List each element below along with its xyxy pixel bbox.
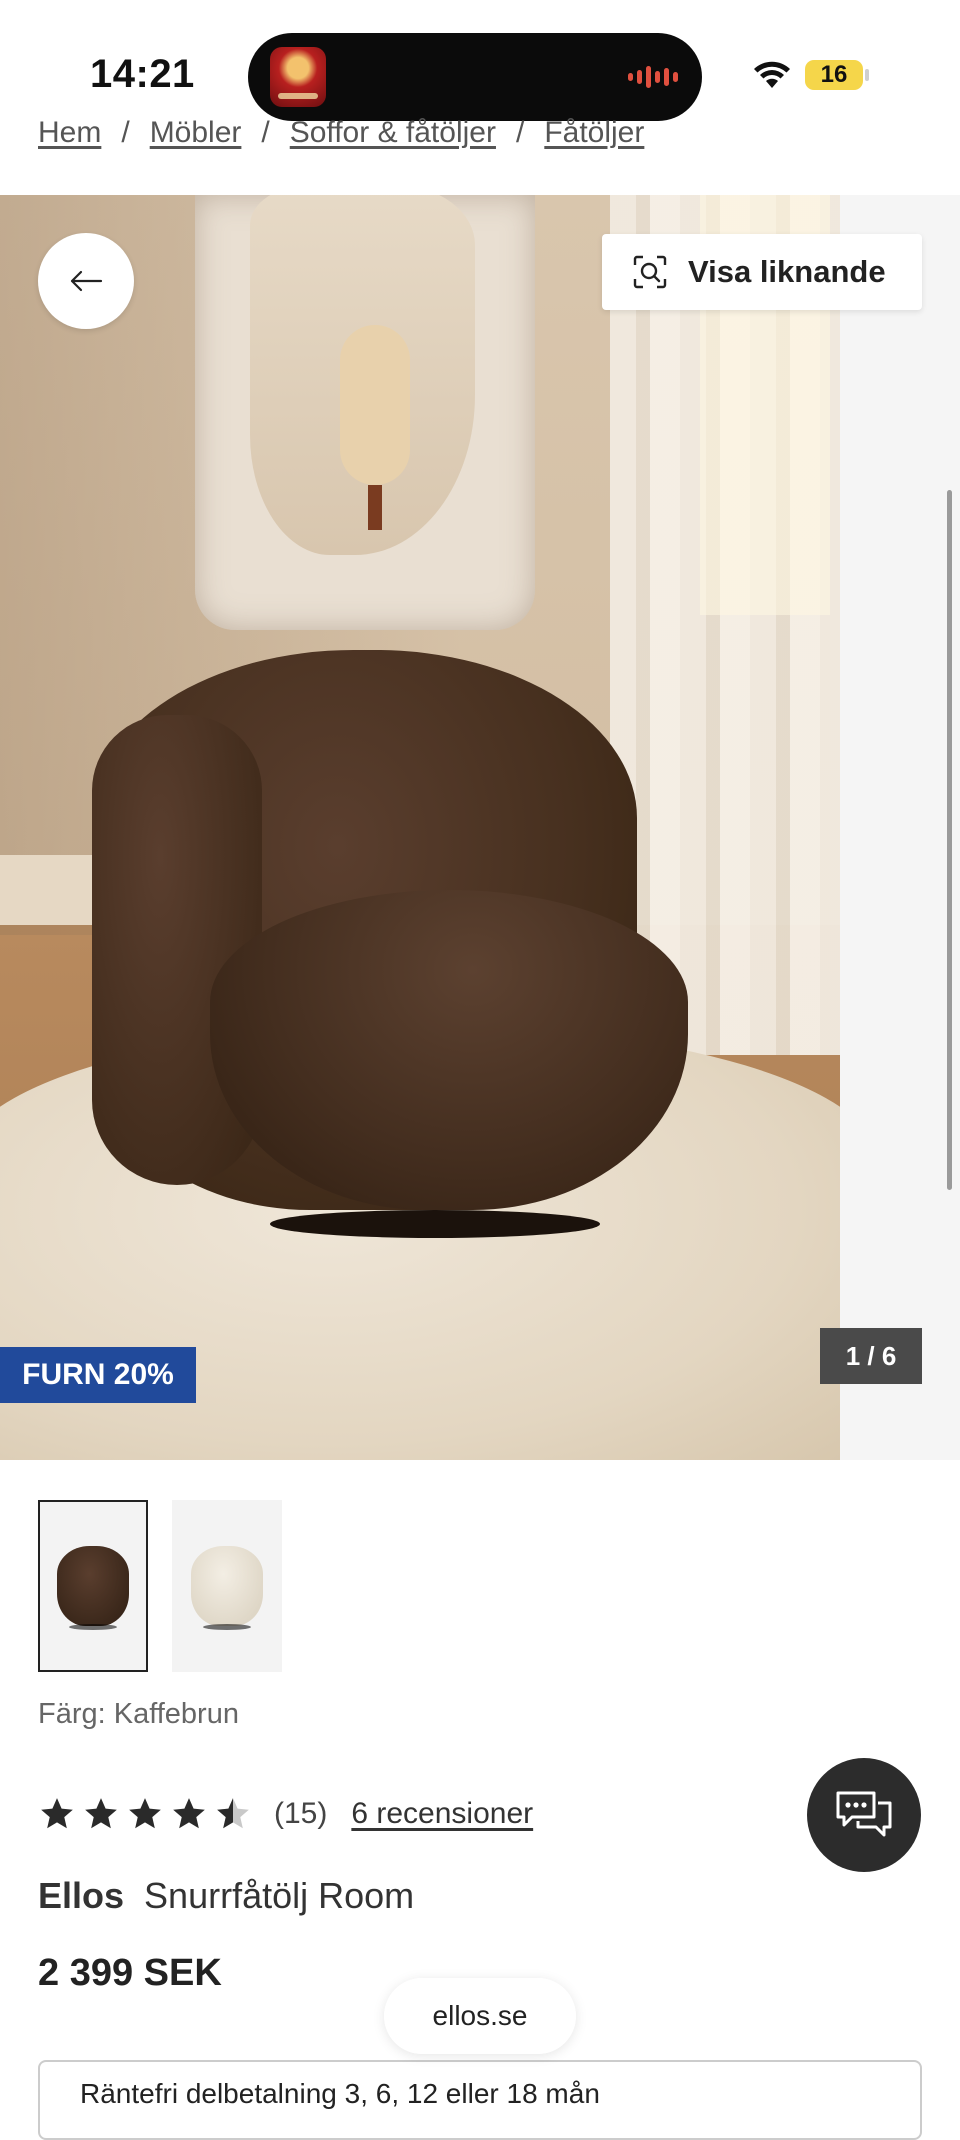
color-swatch-kaffebrun[interactable] [38,1500,148,1672]
product-image[interactable] [0,195,840,1460]
status-time: 14:21 [90,52,195,96]
reviews-link[interactable]: 6 recensioner [351,1797,533,1831]
audio-wave-icon [628,63,678,91]
chat-icon [836,1791,892,1837]
wifi-icon [754,61,790,88]
star-icon [85,1798,117,1829]
product-gallery[interactable]: Visa liknande FURN 20% 1 / 6 [0,195,960,1460]
swatch-image [191,1546,263,1630]
payment-options-text: Räntefri delbetalning 3, 6, 12 eller 18 … [80,2078,600,2109]
back-arrow-icon [70,270,103,292]
selected-color-label: Färg: Kaffebrun [38,1698,239,1730]
swatch-image [57,1546,129,1630]
breadcrumb-separator: / [515,116,525,149]
breadcrumb-mobler[interactable]: Möbler [150,116,242,150]
breadcrumb-home[interactable]: Hem [38,116,101,150]
breadcrumb-separator: / [121,116,130,149]
chat-button[interactable] [807,1758,921,1872]
battery-indicator: 16 [805,60,863,90]
rating-count: (15) [274,1797,328,1830]
back-button[interactable] [38,233,134,329]
visa-liknande-button[interactable]: Visa liknande [602,234,922,310]
page-scrollbar[interactable] [947,490,952,1190]
battery-tip [865,69,869,81]
breadcrumb: Hem / Möbler / Soffor & fåtöljer / Fåtöl… [38,116,644,150]
battery-level: 16 [820,61,848,88]
discount-badge: FURN 20% [0,1347,196,1403]
star-icon [41,1798,73,1829]
mirror-decor [195,195,535,630]
product-name: Snurrfåtölj Room [144,1875,415,1916]
image-counter: 1 / 6 [820,1328,922,1384]
breadcrumb-separator: / [261,116,270,149]
breadcrumb-soffor[interactable]: Soffor & fåtöljer [290,116,496,150]
product-brand[interactable]: Ellos [38,1875,124,1916]
breadcrumb-fatoljer[interactable]: Fåtöljer [544,116,644,150]
app-activity-icon [270,47,326,107]
browser-url-bar[interactable]: ellos.se [384,1978,576,2054]
visa-liknande-label: Visa liknande [688,254,886,289]
visual-search-icon [633,255,667,289]
star-icon [129,1798,161,1829]
star-icon [173,1798,205,1829]
product-title: Ellos Snurrfåtölj Room [38,1875,414,1917]
payment-options-box[interactable]: Räntefri delbetalning 3, 6, 12 eller 18 … [38,2060,922,2140]
dynamic-island [248,33,702,121]
half-star-icon [217,1798,249,1829]
product-rating: (15) 6 recensioner [38,1795,533,1833]
color-swatch-beige[interactable] [172,1500,282,1672]
product-price: 2 399 SEK [38,1952,222,1994]
